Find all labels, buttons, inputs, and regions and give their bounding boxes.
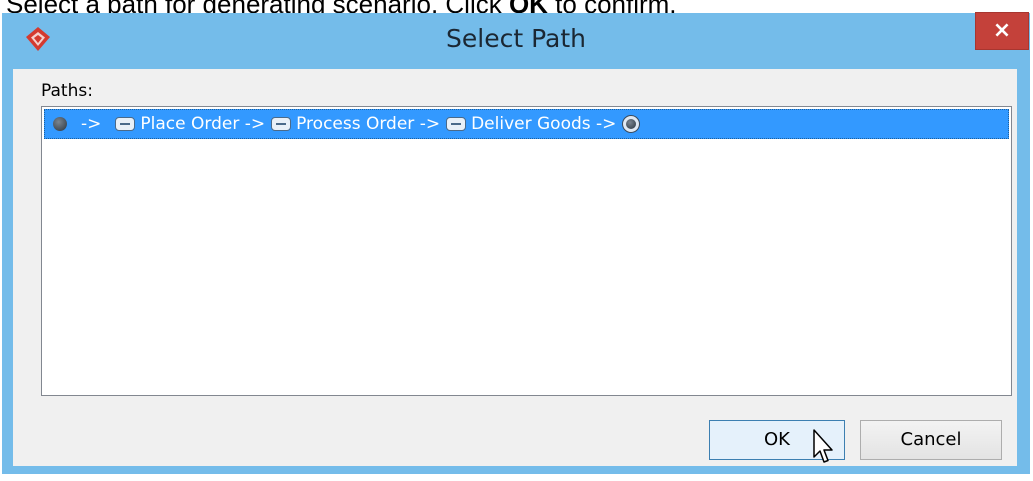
cancel-button[interactable]: Cancel <box>860 420 1002 460</box>
dialog-body: Paths: -> Place Order -> Process Order -… <box>13 69 1017 466</box>
action-icon <box>446 117 467 131</box>
path-step: Process Order -> <box>271 114 446 134</box>
path-row-selected[interactable]: -> Place Order -> Process Order -> Deliv… <box>44 109 1009 139</box>
final-node-icon <box>622 115 641 133</box>
initial-node-icon <box>53 117 67 131</box>
action-icon <box>271 117 292 131</box>
path-step: Deliver Goods -> <box>446 114 622 134</box>
select-path-dialog: Select Path × Paths: -> Place Order -> P… <box>2 12 1030 474</box>
mouse-pointer-icon <box>813 429 833 463</box>
title-bar[interactable]: Select Path × <box>2 12 1030 69</box>
action-icon <box>115 117 136 131</box>
paths-list[interactable]: -> Place Order -> Process Order -> Deliv… <box>41 106 1012 396</box>
path-step: Place Order -> <box>115 114 271 134</box>
path-step-label: Deliver Goods -> <box>471 114 617 134</box>
path-step-label: Process Order -> <box>296 114 441 134</box>
dialog-title: Select Path <box>446 24 586 53</box>
close-button[interactable]: × <box>975 12 1029 50</box>
start-arrow: -> <box>81 114 102 134</box>
paths-label: Paths: <box>41 81 93 101</box>
path-step-label: Place Order -> <box>140 114 266 134</box>
